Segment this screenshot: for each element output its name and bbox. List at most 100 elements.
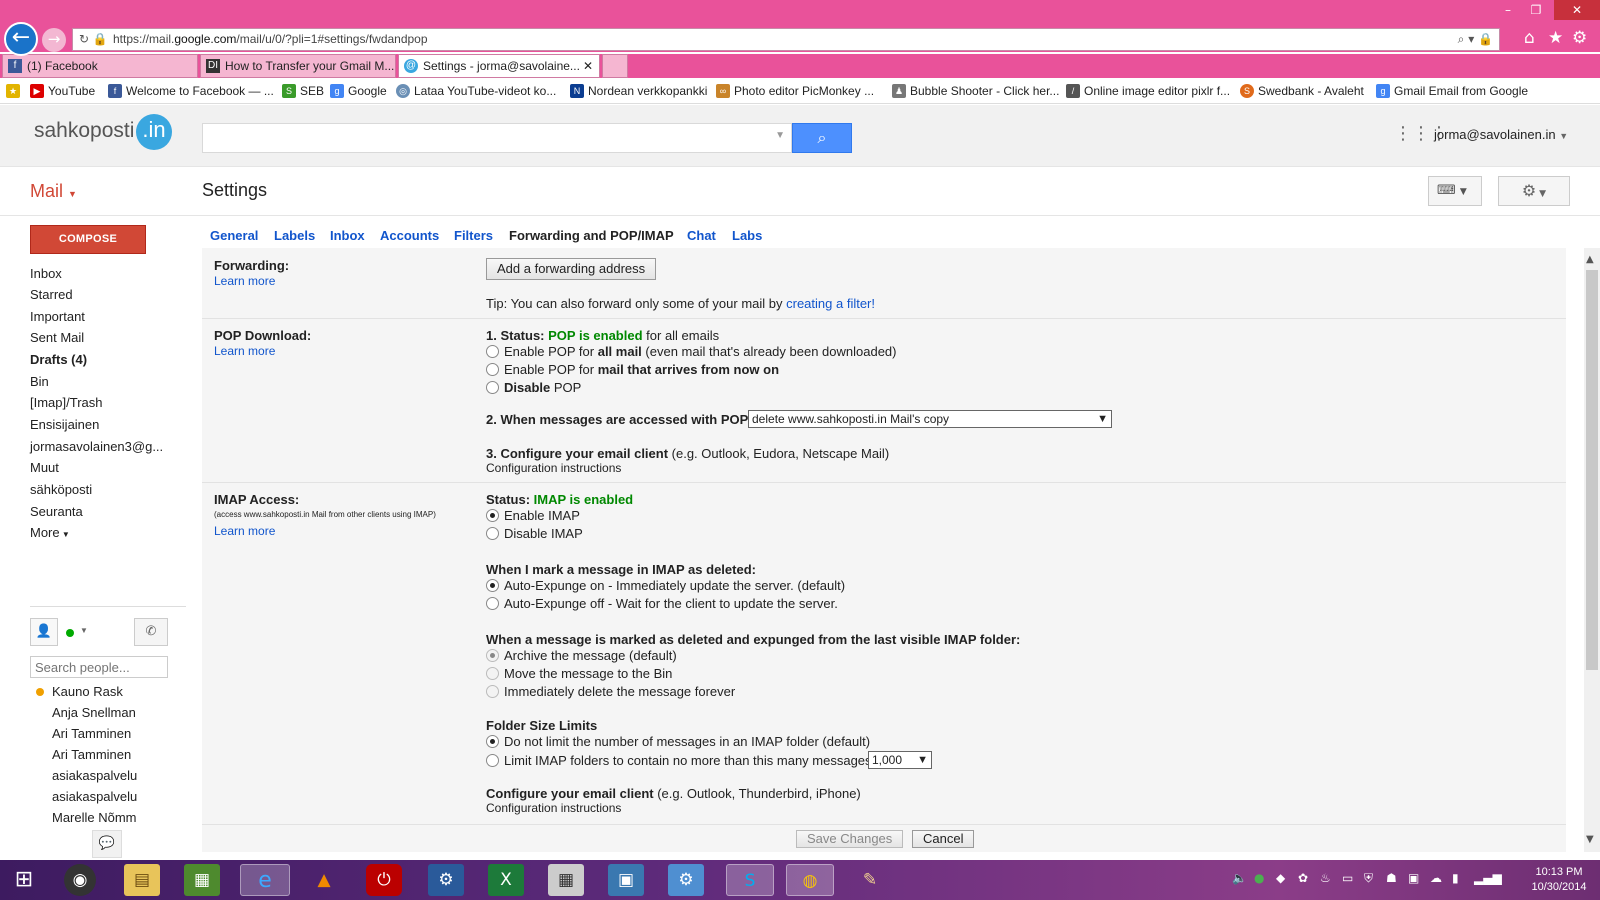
sidebar-item-drafts[interactable]: Drafts (4): [30, 352, 87, 367]
tray-app-icon[interactable]: ◆: [1276, 871, 1285, 885]
move-to-bin-option[interactable]: Move the message to the Bin: [486, 666, 672, 681]
bookmark-picmonkey[interactable]: ∞ Photo editor PicMonkey ...: [716, 79, 874, 103]
settings-scrollbar[interactable]: ▲ ▼: [1584, 248, 1600, 852]
bookmark-youtube-download[interactable]: ◎ Lataa YouTube-videot ko...: [396, 79, 556, 103]
tab-chat[interactable]: Chat: [687, 228, 716, 243]
contact-item[interactable]: asiakaspalvelu: [52, 789, 137, 804]
tray-app-icon[interactable]: ✿: [1298, 871, 1308, 885]
sidebar-item-sent[interactable]: Sent Mail: [30, 330, 84, 345]
pop-config-instructions-link[interactable]: Configuration instructions: [486, 461, 621, 475]
radio-button[interactable]: [486, 667, 499, 680]
bookmark-gmail[interactable]: g Gmail Email from Google: [1376, 79, 1528, 103]
contact-item[interactable]: Kauno Rask: [52, 684, 123, 699]
tools-gear-icon[interactable]: ⚙: [1572, 28, 1587, 48]
tray-app-icon[interactable]: ☗: [1386, 871, 1397, 885]
tab-facebook[interactable]: f (1) Facebook: [2, 54, 198, 78]
radio-button[interactable]: [486, 649, 499, 662]
folder-limit-select[interactable]: 1,000 ▼: [868, 751, 932, 769]
file-explorer-icon[interactable]: ▤: [124, 864, 160, 896]
account-menu[interactable]: jorma@savolainen.in ▼: [1434, 127, 1568, 142]
radio-button[interactable]: [486, 345, 499, 358]
imap-disable-option[interactable]: Disable IMAP: [486, 526, 583, 541]
no-limit-option[interactable]: Do not limit the number of messages in a…: [486, 734, 870, 749]
delete-forever-option[interactable]: Immediately delete the message forever: [486, 684, 735, 699]
chrome-icon[interactable]: ◍: [786, 864, 834, 896]
volume-icon[interactable]: 🔈: [1232, 871, 1247, 885]
contact-item[interactable]: asiakaspalvelu: [52, 768, 137, 783]
bookmark-seb[interactable]: S SEB: [282, 79, 324, 103]
sidebar-item-sahkoposti[interactable]: sähköposti: [30, 482, 92, 497]
remote-desktop-icon[interactable]: ▣: [608, 864, 644, 896]
bookmark-youtube[interactable]: ▶ YouTube: [30, 79, 95, 103]
contact-item[interactable]: Ari Tamminen: [52, 726, 131, 741]
forwarding-learn-more-link[interactable]: Learn more: [214, 274, 275, 288]
back-icon[interactable]: ←: [4, 22, 38, 56]
new-tab-button[interactable]: [602, 54, 628, 78]
pop-disable-option[interactable]: Disable POP: [486, 380, 581, 395]
mail-search-input[interactable]: ▼: [202, 123, 792, 153]
sidebar-item-seuranta[interactable]: Seuranta: [30, 504, 83, 519]
tray-app-icon[interactable]: ▣: [1408, 871, 1419, 885]
save-changes-button[interactable]: Save Changes: [796, 830, 904, 848]
tab-filters[interactable]: Filters: [454, 228, 493, 243]
home-icon[interactable]: ⌂: [1524, 28, 1535, 48]
scroll-down-icon[interactable]: ▼: [1586, 834, 1594, 845]
paint-icon[interactable]: ✎: [852, 864, 888, 896]
sidebar-item-important[interactable]: Important: [30, 309, 85, 324]
chat-bubble-icon[interactable]: 💬: [92, 830, 122, 858]
pop-learn-more-link[interactable]: Learn more: [214, 344, 275, 358]
internet-explorer-icon[interactable]: e: [240, 864, 290, 896]
contact-item[interactable]: Anja Snellman: [52, 705, 136, 720]
shield-icon[interactable]: ⛨: [1364, 871, 1373, 886]
bookmark-bubble-shooter[interactable]: ♟ Bubble Shooter - Click her...: [892, 79, 1059, 103]
tray-app-icon[interactable]: ●: [1254, 871, 1264, 885]
sidebar-item-jormasavolainen3[interactable]: jormasavolainen3@g...: [30, 439, 163, 454]
sidebar-item-starred[interactable]: Starred: [30, 287, 73, 302]
imap-enable-option[interactable]: Enable IMAP: [486, 508, 580, 523]
radio-button[interactable]: [486, 579, 499, 592]
minimize-icon[interactable]: –: [1494, 0, 1522, 20]
tab-gmail-transfer[interactable]: DI How to Transfer your Gmail M...: [200, 54, 396, 78]
sidebar-item-more[interactable]: More ▼: [30, 525, 70, 540]
sidebar-item-muut[interactable]: Muut: [30, 460, 59, 475]
tab-labels[interactable]: Labels: [274, 228, 315, 243]
bookmark-pixlr[interactable]: / Online image editor pixlr f...: [1066, 79, 1230, 103]
tab-accounts[interactable]: Accounts: [380, 228, 439, 243]
search-button[interactable]: ⌕: [792, 123, 852, 153]
pop-action-select[interactable]: delete www.sahkoposti.in Mail's copy ▼: [748, 410, 1112, 428]
bookmark-swedbank[interactable]: S Swedbank - Avaleht: [1240, 79, 1364, 103]
calculator-icon[interactable]: ▦: [548, 864, 584, 896]
sidebar-item-ensisijainen[interactable]: Ensisijainen: [30, 417, 99, 432]
address-bar[interactable]: ↻ 🔒 https://mail.google.com/mail/u/0/?pl…: [72, 28, 1500, 51]
cancel-button[interactable]: Cancel: [912, 830, 975, 848]
create-filter-link[interactable]: creating a filter!: [786, 296, 875, 311]
search-people-input[interactable]: [30, 656, 168, 678]
archive-message-option[interactable]: Archive the message (default): [486, 648, 677, 663]
radio-button[interactable]: [486, 685, 499, 698]
refresh-icon[interactable]: ↻ 🔒: [79, 29, 108, 50]
search-options-icon[interactable]: ▼: [775, 130, 785, 141]
settings-gear-button[interactable]: ⚙ ▼: [1498, 176, 1570, 206]
control-panel-icon[interactable]: ⚙: [668, 864, 704, 896]
status-online-icon[interactable]: [66, 629, 74, 637]
tab-settings[interactable]: @ Settings - jorma@savolaine... ✕: [398, 54, 600, 78]
radio-button[interactable]: [486, 597, 499, 610]
maximize-icon[interactable]: ❐: [1522, 0, 1550, 20]
avatar[interactable]: 👤: [30, 618, 58, 646]
sidebar-item-inbox[interactable]: Inbox: [30, 266, 62, 281]
auto-expunge-on-option[interactable]: Auto-Expunge on - Immediately update the…: [486, 578, 845, 593]
tab-close-icon[interactable]: ✕: [583, 55, 593, 77]
compose-button[interactable]: COMPOSE: [30, 225, 146, 254]
limit-folder-option[interactable]: Limit IMAP folders to contain no more th…: [486, 753, 872, 768]
skype-icon[interactable]: S: [726, 864, 774, 896]
contact-item[interactable]: Marelle Nõmm: [52, 810, 137, 825]
system-clock[interactable]: 10:13 PM 10/30/2014: [1524, 865, 1594, 895]
scroll-up-icon[interactable]: ▲: [1586, 254, 1594, 265]
battery-icon[interactable]: ▮: [1452, 871, 1459, 885]
tray-app-icon[interactable]: ▭: [1342, 871, 1353, 885]
excel-icon[interactable]: X: [488, 864, 524, 896]
favorites-star-icon[interactable]: ★: [1548, 28, 1563, 48]
pop-enable-all-option[interactable]: Enable POP for all mail (even mail that'…: [486, 344, 897, 359]
tab-inbox[interactable]: Inbox: [330, 228, 365, 243]
input-tools-button[interactable]: ⌨ ▼: [1428, 176, 1482, 206]
